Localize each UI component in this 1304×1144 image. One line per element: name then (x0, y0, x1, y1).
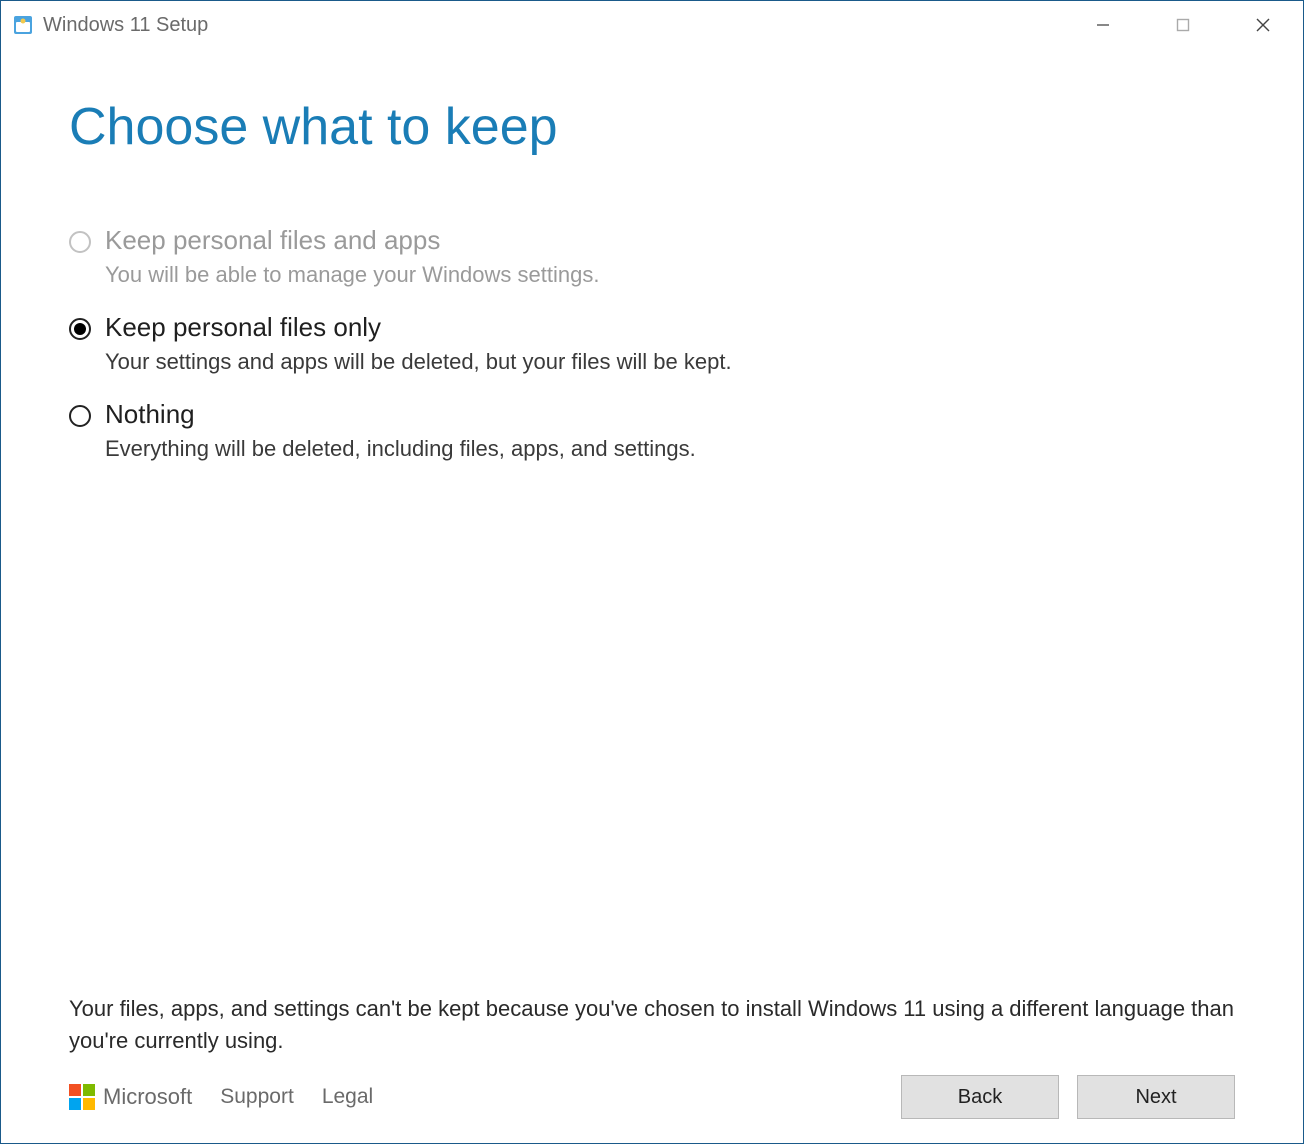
window-title: Windows 11 Setup (43, 14, 1063, 37)
content-area: Choose what to keep Keep personal files … (1, 49, 1303, 1143)
minimize-button[interactable] (1063, 1, 1143, 49)
radio-icon[interactable] (69, 318, 91, 340)
close-button[interactable] (1223, 1, 1303, 49)
option-description: Everything will be deleted, including fi… (105, 436, 696, 462)
titlebar: Windows 11 Setup (1, 1, 1303, 49)
app-icon (13, 15, 33, 35)
option-label: Nothing (105, 399, 696, 430)
microsoft-logo-icon (69, 1084, 95, 1110)
option-description: Your settings and apps will be deleted, … (105, 349, 732, 375)
page-title: Choose what to keep (69, 97, 1235, 157)
option-label: Keep personal files only (105, 312, 732, 343)
option-keep-files-and-apps: Keep personal files and apps You will be… (69, 225, 1235, 288)
footer-note: Your files, apps, and settings can't be … (69, 993, 1235, 1057)
option-keep-files-only[interactable]: Keep personal files only Your settings a… (69, 312, 1235, 375)
maximize-button[interactable] (1143, 1, 1223, 49)
back-button[interactable]: Back (901, 1075, 1059, 1119)
option-label: Keep personal files and apps (105, 225, 599, 256)
legal-link[interactable]: Legal (322, 1085, 373, 1109)
option-nothing[interactable]: Nothing Everything will be deleted, incl… (69, 399, 1235, 462)
microsoft-brand: Microsoft (69, 1084, 192, 1110)
radio-icon (69, 231, 91, 253)
microsoft-label: Microsoft (103, 1084, 192, 1110)
footer: Your files, apps, and settings can't be … (69, 993, 1235, 1143)
support-link[interactable]: Support (220, 1085, 294, 1109)
radio-icon[interactable] (69, 405, 91, 427)
option-description: You will be able to manage your Windows … (105, 262, 599, 288)
options-group: Keep personal files and apps You will be… (69, 225, 1235, 993)
next-button[interactable]: Next (1077, 1075, 1235, 1119)
